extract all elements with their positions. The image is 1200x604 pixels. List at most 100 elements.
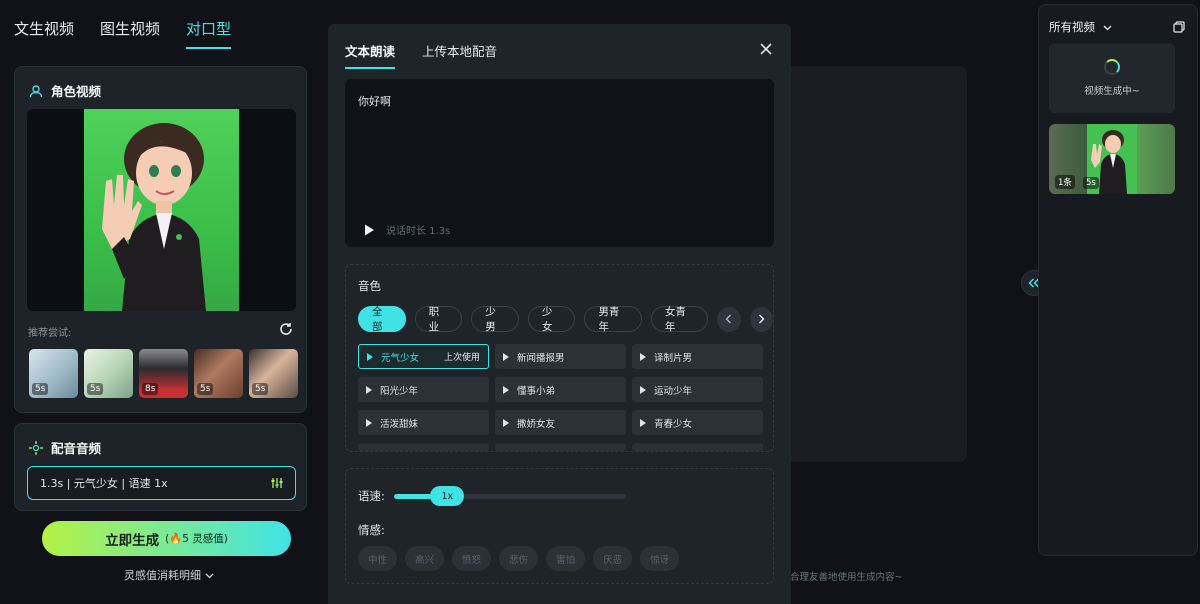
role-video-header: 角色视频 <box>15 67 306 100</box>
thumbnail-4[interactable]: 5s <box>194 349 243 398</box>
voice-name: 新闻播报男 <box>517 352 565 364</box>
filter-adult-female[interactable]: 女青年 <box>650 306 709 333</box>
play-icon[interactable] <box>640 385 646 394</box>
emotion-fear: 害怕 <box>546 546 586 571</box>
tab-text-reading[interactable]: 文本朗读 <box>345 41 396 69</box>
recommend-thumbnails: 5s 5s 8s 5s 5s <box>29 349 298 398</box>
adjust-icon[interactable] <box>271 477 283 489</box>
voice-item[interactable]: 新闻播报男 <box>495 344 626 369</box>
voice-item-selected[interactable]: 元气少女 上次使用 <box>358 344 489 369</box>
chevron-down-icon <box>1103 20 1112 34</box>
emotion-angry: 愤怒 <box>452 546 492 571</box>
voice-item-partial[interactable] <box>358 443 489 451</box>
emotion-neutral: 中性 <box>358 546 398 571</box>
thumbnail-5[interactable]: 5s <box>249 349 298 398</box>
video-filter-label: 所有视频 <box>1049 20 1095 34</box>
filter-young-female[interactable]: 少女 <box>527 306 576 333</box>
emotion-happy: 高兴 <box>405 546 445 571</box>
emotion-disgust: 厌恶 <box>593 546 633 571</box>
text-content: 你好啊 <box>358 95 391 108</box>
voice-item[interactable]: 青春少女 <box>632 410 763 435</box>
play-icon[interactable] <box>640 418 646 427</box>
preview-area <box>782 66 967 462</box>
generate-button[interactable]: 立即生成 (🔥5 灵感值) <box>42 521 291 556</box>
voice-item-partial[interactable] <box>632 443 763 451</box>
usage-note: 合理友善地使用生成内容~ <box>790 572 903 583</box>
text-input[interactable]: 你好啊 说话时长 1.3s <box>345 79 774 247</box>
audio-target-icon <box>29 440 43 455</box>
thumbnail-duration: 5s <box>32 383 49 395</box>
loading-spinner-icon <box>1104 59 1120 75</box>
audio-header: 配音音频 <box>15 424 306 457</box>
duration-label: 说话时长 1.3s <box>386 226 451 237</box>
refresh-icon[interactable] <box>278 321 294 337</box>
generate-label: 立即生成 <box>105 532 160 549</box>
voice-filter-row: 全部 职业 少男 少女 男青年 女青年 <box>358 306 773 333</box>
generating-card: 视频生成中~ <box>1049 43 1175 113</box>
top-tab-bar: 文生视频 图生视频 对口型 <box>14 18 232 49</box>
chevron-down-icon <box>205 569 214 582</box>
play-icon[interactable] <box>366 385 372 394</box>
voice-name: 撒娇女友 <box>517 418 556 430</box>
voice-name: 阳光少年 <box>380 385 419 397</box>
voice-item-partial[interactable] <box>495 443 626 451</box>
generate-cost: (🔥5 灵感值) <box>165 533 228 545</box>
emotion-surprise: 惊讶 <box>640 546 680 571</box>
tab-image-to-video[interactable]: 图生视频 <box>100 18 160 49</box>
voice-name: 元气少女 <box>381 352 420 364</box>
filter-all[interactable]: 全部 <box>358 306 406 333</box>
next-filter-button[interactable] <box>749 306 773 332</box>
play-icon[interactable] <box>503 418 509 427</box>
tab-text-to-video[interactable]: 文生视频 <box>14 18 74 49</box>
voice-item[interactable]: 运动少年 <box>632 377 763 402</box>
video-count-badge: 1条 <box>1055 175 1075 189</box>
voice-item[interactable]: 懂事小弟 <box>495 377 626 402</box>
voice-name: 译制片男 <box>654 352 693 364</box>
parameter-section: 语速: 1x 情感: 中性 高兴 愤怒 悲伤 害怕 厌恶 惊讶 <box>345 468 774 584</box>
tab-upload-audio[interactable]: 上传本地配音 <box>422 41 497 69</box>
voice-item[interactable]: 阳光少年 <box>358 377 489 402</box>
filter-young-male[interactable]: 少男 <box>471 306 519 333</box>
copy-icon[interactable] <box>1173 21 1185 33</box>
character-image <box>84 109 239 311</box>
play-icon[interactable] <box>503 352 509 361</box>
play-icon[interactable] <box>362 223 376 237</box>
play-icon[interactable] <box>367 352 373 361</box>
thumbnail-duration: 8s <box>142 383 159 395</box>
consume-detail-link[interactable]: 灵感值消耗明细 <box>124 567 214 583</box>
video-duration-badge: 5s <box>1083 177 1099 189</box>
play-icon[interactable] <box>503 385 509 394</box>
audio-summary: 1.3s | 元气少女 | 语速 1x <box>40 477 168 490</box>
filter-professional[interactable]: 职业 <box>414 306 463 333</box>
recommend-label: 推荐尝试: <box>28 328 72 339</box>
filter-adult-male[interactable]: 男青年 <box>584 306 642 333</box>
thumbnail-2[interactable]: 5s <box>84 349 133 398</box>
voice-name: 青春少女 <box>654 418 693 430</box>
role-video-card: 角色视频 推荐尝试: 5s 5s 8s 5s 5s <box>14 66 307 413</box>
video-list-panel: 所有视频 视频生成中~ 1条 5s <box>1038 4 1198 556</box>
play-icon[interactable] <box>366 418 372 427</box>
play-icon[interactable] <box>640 352 646 361</box>
voice-item[interactable]: 活泼甜妹 <box>358 410 489 435</box>
audio-selection-field[interactable]: 1.3s | 元气少女 | 语速 1x <box>27 466 296 500</box>
emotion-label: 情感: <box>358 523 385 537</box>
role-video-title: 角色视频 <box>51 84 102 99</box>
voice-item[interactable]: 撒娇女友 <box>495 410 626 435</box>
thumbnail-3[interactable]: 8s <box>139 349 188 398</box>
modal-tab-bar: 文本朗读 上传本地配音 <box>345 41 497 69</box>
prev-filter-button[interactable] <box>717 306 741 332</box>
generated-video-item[interactable]: 1条 5s <box>1049 124 1175 194</box>
thumbnail-duration: 5s <box>252 383 269 395</box>
voice-item[interactable]: 译制片男 <box>632 344 763 369</box>
voice-title: 音色 <box>358 279 381 293</box>
thumbnail-1[interactable]: 5s <box>29 349 78 398</box>
emotion-sad: 悲伤 <box>499 546 539 571</box>
close-icon[interactable] <box>759 42 773 56</box>
duration-row: 说话时长 1.3s <box>362 222 450 237</box>
thumbnail-duration: 5s <box>87 383 104 395</box>
speed-slider[interactable]: 1x <box>394 486 626 506</box>
speed-slider-thumb[interactable]: 1x <box>430 486 465 506</box>
tab-lip-sync[interactable]: 对口型 <box>186 18 232 49</box>
role-video-preview[interactable] <box>27 109 296 311</box>
video-filter-dropdown[interactable]: 所有视频 <box>1049 19 1112 35</box>
